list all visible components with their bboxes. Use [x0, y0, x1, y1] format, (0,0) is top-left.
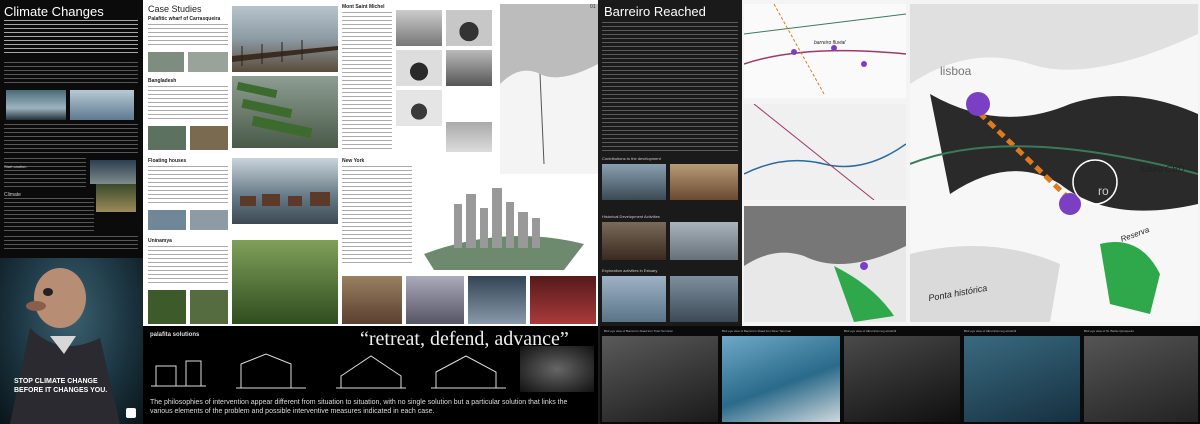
- estuary-photo-1: [602, 276, 666, 322]
- bird-eye-5: [1084, 336, 1198, 422]
- label-futuro-cbd: futuro CBD: [1140, 164, 1185, 174]
- case-text-2: [148, 86, 228, 122]
- msm-photo-5: [396, 90, 442, 126]
- map-small-3: [744, 206, 906, 322]
- climate-text-2: [4, 124, 138, 154]
- philosophy-caption: The philosophies of intervention appear …: [150, 399, 568, 415]
- msm-photo-2: [396, 10, 442, 46]
- barreiro-sub-2: Historical Development Activities: [602, 214, 660, 219]
- case-text-1: [148, 24, 228, 48]
- barreiro-sub-1: Contributions to the development: [602, 156, 661, 161]
- poster-line-1: STOP CLIMATE CHANGE: [14, 378, 98, 385]
- flood-photo: [6, 90, 66, 120]
- climate-intro-text: [4, 20, 138, 56]
- large-master-map: [910, 4, 1198, 322]
- wharf-photo-2: [148, 52, 184, 72]
- climate-text-3: [4, 158, 86, 188]
- case-title-carrasqueira: Palafitic wharf of Carrasqueira: [148, 16, 221, 22]
- map-small-1: [744, 4, 906, 98]
- barreiro-sub-3: Exploration activities in Estuary: [602, 268, 658, 273]
- ny-photo-1: [342, 276, 402, 324]
- case-title-bangladesh: Bangladesh: [148, 78, 177, 84]
- floating-photo-2: [148, 210, 186, 230]
- bev-label-2: Bird eye view of Barreiro's Road Iron Ri…: [722, 329, 791, 333]
- glacier-photo: [70, 90, 134, 120]
- bird-eye-1: [602, 336, 718, 422]
- case-title-floating: Floating houses: [148, 158, 187, 164]
- estuary-photo-2: [670, 276, 738, 322]
- msm-photo-3: [396, 50, 442, 86]
- earth-photo: [96, 184, 136, 212]
- label-barreiro-fluvial: barreiro fluvial: [814, 40, 846, 46]
- uninamya-photo-3: [190, 290, 228, 324]
- ny-photo-4: [530, 276, 596, 324]
- label-lisboa: lisboa: [940, 64, 972, 78]
- bangladesh-photo-3: [190, 126, 228, 150]
- fish-head-figure-icon: [10, 268, 120, 424]
- case-title-mont-saint-michel: Mont Saint Michel: [342, 4, 385, 10]
- bev-label-1: Bird eye view of Barreiro's Road Iron Tr…: [604, 329, 673, 333]
- new-york-model: [414, 184, 598, 274]
- msm-photo-4: [446, 50, 492, 86]
- palafita-title: palafita solutions: [150, 332, 200, 338]
- sheep-photo: [446, 122, 492, 152]
- barreiro-text: [602, 22, 738, 152]
- case-title-uninamya: Uninamya: [148, 238, 172, 244]
- label-ro: ro: [1098, 184, 1109, 198]
- start-caution-label: Start caution: [4, 164, 27, 169]
- bangladesh-photo-2: [148, 126, 186, 150]
- climate-text-4: [4, 198, 94, 234]
- climate-title: Climate Changes: [4, 4, 104, 19]
- solution-diagram: [520, 346, 594, 392]
- barreiro-photo-1: [602, 164, 666, 200]
- wwf-logo-icon: [126, 408, 136, 418]
- estuary-map: [500, 4, 598, 174]
- floating-gardens-photo: [232, 76, 338, 148]
- arcade-photo: [670, 164, 738, 200]
- historic-photo-1: [602, 222, 666, 260]
- poster-line-2: BEFORE IT CHANGES YOU.: [14, 387, 108, 394]
- wwf-poster: [0, 258, 143, 424]
- floating-houses-photo: [232, 158, 338, 224]
- climate-text-5: [4, 236, 138, 252]
- bird-eye-2: [722, 336, 840, 422]
- uninamya-photo: [232, 240, 338, 324]
- case-text-6: [342, 166, 412, 266]
- stilt-house-sketches: [151, 353, 506, 389]
- bev-label-3: Bird eye view of Alburrica's leg windmil…: [844, 329, 897, 333]
- floating-photo-3: [190, 210, 228, 230]
- case-text-4: [148, 246, 228, 286]
- map-small-2: [744, 104, 906, 200]
- case-studies-title: Case Studies: [148, 4, 202, 14]
- historic-photo-2: [670, 222, 738, 260]
- climate-body-text: [4, 62, 138, 86]
- uninamya-photo-2: [148, 290, 186, 324]
- bev-label-4: Bird eye view of Alburrica's leg windmil…: [964, 329, 1017, 333]
- polar-bear-photo: [90, 160, 136, 184]
- bev-label-5: Bird eye view of St. Barão Quinqueiro: [1084, 329, 1135, 333]
- case-text-3: [148, 166, 228, 206]
- case-text-5: [342, 12, 392, 152]
- ny-photo-3: [468, 276, 526, 324]
- bird-eye-4: [964, 336, 1080, 422]
- wharf-photo-3: [188, 52, 228, 72]
- bird-eye-3: [844, 336, 960, 422]
- barreiro-title: Barreiro Reached: [604, 4, 706, 19]
- ny-photo-2: [406, 276, 464, 324]
- msm-photo-1: [446, 10, 492, 46]
- case-title-new-york: New York: [342, 158, 365, 164]
- page-number: 01: [590, 4, 596, 10]
- wharf-photo: [232, 6, 338, 72]
